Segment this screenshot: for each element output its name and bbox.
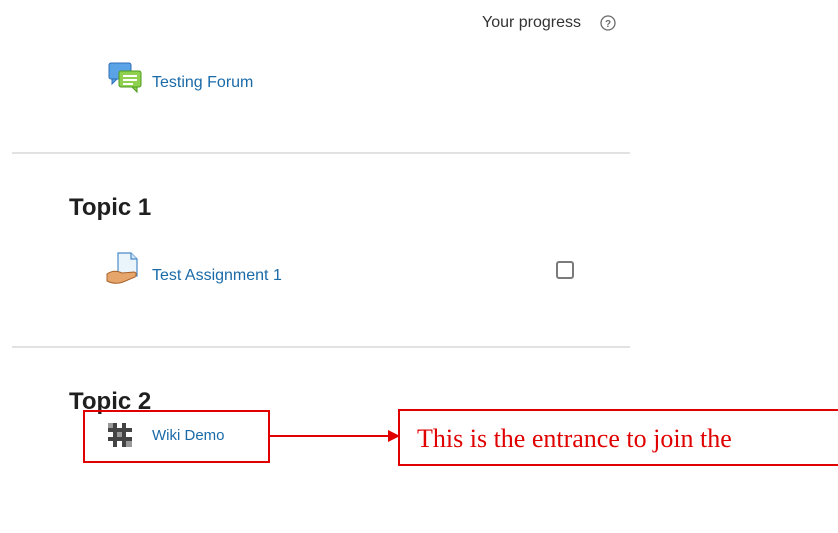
svg-text:?: ? <box>605 19 611 30</box>
activity-link-wiki-demo[interactable]: Wiki Demo <box>152 427 225 444</box>
activity-testing-forum[interactable]: Testing Forum <box>108 62 308 98</box>
annotation-arrow <box>270 430 400 442</box>
section-divider <box>12 346 630 348</box>
annotation-text: This is the entrance to join the <box>417 424 732 453</box>
section-divider <box>12 152 630 154</box>
activity-wiki-demo[interactable]: Wiki Demo <box>107 422 257 452</box>
your-progress-label: Your progress <box>482 14 582 31</box>
section-title-topic-1: Topic 1 <box>69 194 152 221</box>
forum-icon <box>108 62 142 94</box>
wiki-icon <box>108 423 132 447</box>
activity-test-assignment-1[interactable]: Test Assignment 1 <box>106 252 346 288</box>
activity-link-test-assignment-1[interactable]: Test Assignment 1 <box>152 267 282 285</box>
activity-link-testing-forum[interactable]: Testing Forum <box>152 74 253 92</box>
completion-checkbox[interactable] <box>556 261 574 279</box>
assignment-icon <box>106 252 138 284</box>
help-icon[interactable]: ? <box>600 15 616 31</box>
